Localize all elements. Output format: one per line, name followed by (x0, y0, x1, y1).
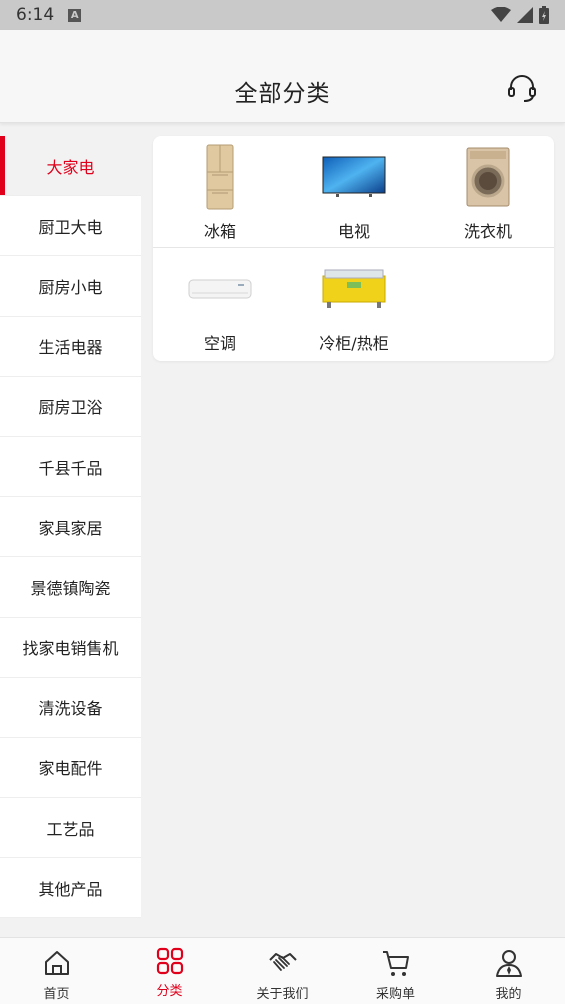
air-conditioner-image (153, 254, 287, 324)
sidebar-item-ceramics[interactable]: 景德镇陶瓷 (0, 557, 141, 618)
nav-label: 关于我们 (256, 987, 309, 1002)
sidebar-item-label: 家电配件 (38, 759, 103, 779)
nav-profile[interactable]: 我的 (452, 938, 565, 1004)
sidebar-item-label: 千县千品 (38, 458, 103, 478)
category-label: 电视 (337, 222, 370, 241)
sidebar-item-small-kitchen-appliances[interactable]: 厨房小电 (0, 256, 141, 317)
category-refrigerator[interactable]: 冰箱 (153, 136, 287, 248)
sidebar-item-life-appliances[interactable]: 生活电器 (0, 316, 141, 377)
sidebar-item-furniture[interactable]: 家具家居 (0, 497, 141, 558)
battery-icon (539, 6, 549, 24)
nav-home[interactable]: 首页 (0, 938, 113, 1004)
nav-purchase-list[interactable]: 采购单 (339, 938, 452, 1004)
category-freezer[interactable]: 冷柜/热柜 (287, 248, 421, 360)
page-header: 全部分类 (0, 30, 565, 123)
subcategory-panel: 冰箱 电视 洗衣机 空调 冷柜/热柜 (153, 136, 554, 361)
sidebar-item-label: 清洗设备 (38, 699, 103, 719)
handshake-icon (268, 953, 297, 971)
sidebar-item-accessories[interactable]: 家电配件 (0, 737, 141, 799)
cart-icon (382, 951, 409, 976)
sidebar-item-kitchen-bath-appliances[interactable]: 厨卫大电 (0, 196, 141, 257)
freezer-image (287, 254, 421, 324)
sidebar-item-label: 找家电销售机 (22, 639, 119, 659)
wifi-icon (491, 7, 511, 22)
sidebar-item-sales-machine[interactable]: 找家电销售机 (0, 617, 141, 678)
sidebar-item-large-appliances[interactable]: 大家电 (0, 136, 141, 197)
washing-machine-image (421, 142, 555, 212)
category-icon (156, 947, 183, 975)
category-label: 冰箱 (203, 222, 236, 241)
category-label: 洗衣机 (463, 222, 512, 241)
sidebar-item-label: 景德镇陶瓷 (30, 578, 111, 598)
tv-image (287, 142, 421, 212)
sidebar-item-cleaning-equipment[interactable]: 清洗设备 (0, 677, 141, 738)
sidebar-item-crafts[interactable]: 工艺品 (0, 798, 141, 859)
sidebar-item-label: 厨卫大电 (38, 217, 103, 237)
nav-category[interactable]: 分类 (113, 938, 226, 1004)
category-sidebar: 大家电 厨卫大电 厨房小电 生活电器 厨房卫浴 千县千品 家具家居 景德镇陶瓷 … (0, 136, 141, 919)
status-indicators (491, 6, 549, 24)
bottom-navigation: 首页 分类 关于我们 采购单 我的 (0, 937, 565, 1004)
refrigerator-image (153, 142, 287, 212)
subcategory-row: 冰箱 电视 洗衣机 (153, 136, 554, 248)
sidebar-item-label: 厨房卫浴 (38, 398, 103, 418)
sidebar-item-other-products[interactable]: 其他产品 (0, 858, 141, 919)
sidebar-item-label: 厨房小电 (38, 277, 103, 297)
sidebar-item-county-products[interactable]: 千县千品 (0, 436, 141, 498)
user-icon (495, 950, 522, 977)
notification-icon: A (68, 8, 82, 22)
category-label: 空调 (203, 334, 236, 353)
home-icon (44, 951, 69, 975)
status-bar: 6:14 A (0, 0, 565, 30)
status-time: 6:14 (16, 5, 55, 25)
category-air-conditioner[interactable]: 空调 (153, 248, 287, 360)
category-label: 冷柜/热柜 (319, 334, 389, 353)
sidebar-item-label: 工艺品 (46, 819, 95, 839)
category-tv[interactable]: 电视 (287, 136, 421, 248)
page-title: 全部分类 (234, 81, 331, 107)
sidebar-item-kitchen-bath[interactable]: 厨房卫浴 (0, 376, 141, 437)
sidebar-item-label: 其他产品 (38, 879, 103, 899)
nav-label: 我的 (495, 987, 522, 1002)
nav-label: 首页 (43, 987, 70, 1002)
sidebar-item-label: 大家电 (46, 157, 95, 177)
headset-icon[interactable] (507, 74, 537, 104)
nav-label: 分类 (156, 984, 183, 999)
sidebar-item-label: 家具家居 (38, 518, 103, 538)
category-washing-machine[interactable]: 洗衣机 (421, 136, 555, 248)
nav-about-us[interactable]: 关于我们 (226, 938, 339, 1004)
subcategory-row: 空调 冷柜/热柜 (153, 248, 554, 360)
sidebar-item-label: 生活电器 (38, 338, 103, 358)
signal-icon (517, 7, 533, 23)
nav-label: 采购单 (375, 987, 415, 1002)
